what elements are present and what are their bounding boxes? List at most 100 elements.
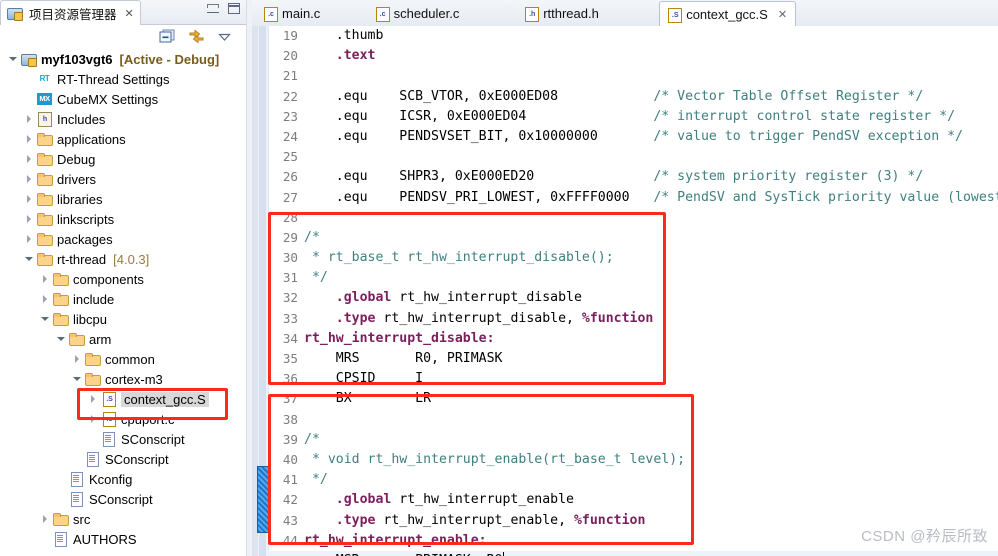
line-number: 38	[268, 410, 298, 430]
tree-item-cpuport-c[interactable]: .ccpuport.c	[0, 409, 246, 429]
project-explorer-toolbar	[0, 25, 246, 48]
tree-item-cubemx-settings[interactable]: MXCubeMX Settings	[0, 89, 246, 109]
code-line[interactable]: 19 .thumb	[268, 26, 998, 46]
chevron-down-icon[interactable]	[72, 374, 83, 385]
link-with-editor-icon[interactable]	[188, 29, 205, 44]
chevron-down-icon[interactable]	[8, 54, 19, 65]
code-line[interactable]: 42 .global rt_hw_interrupt_enable	[268, 490, 998, 510]
folder-icon	[36, 171, 53, 187]
tree-item-authors[interactable]: AUTHORS	[0, 529, 246, 549]
code-line[interactable]: 39/*	[268, 430, 998, 450]
tree-item-label: SConscript	[89, 492, 153, 507]
chevron-right-icon[interactable]	[40, 294, 51, 305]
minimize-icon[interactable]	[207, 4, 219, 13]
tree-item-includes[interactable]: hIncludes	[0, 109, 246, 129]
tree-item-arm[interactable]: arm	[0, 329, 246, 349]
tree-item-kconfig[interactable]: Kconfig	[0, 469, 246, 489]
code-line[interactable]: 24 .equ PENDSVSET_BIT, 0x10000000 /* val…	[268, 127, 998, 147]
tree-item-rt-thread-settings[interactable]: RTRT-Thread Settings	[0, 69, 246, 89]
chevron-right-icon[interactable]	[72, 354, 83, 365]
tree-item-myf103vgt6[interactable]: myf103vgt6[Active - Debug]	[0, 49, 246, 69]
code-line[interactable]: 37 BX LR	[268, 389, 998, 409]
chevron-right-icon[interactable]	[24, 114, 35, 125]
tree-item-sconscript[interactable]: SConscript	[0, 449, 246, 469]
code-line[interactable]: 30 * rt_base_t rt_hw_interrupt_disable()…	[268, 248, 998, 268]
code-line[interactable]: 20 .text	[268, 46, 998, 66]
chevron-right-icon[interactable]	[24, 194, 35, 205]
line-content: */	[304, 268, 328, 288]
code-line[interactable]: 22 .equ SCB_VTOR, 0xE000ED08 /* Vector T…	[268, 87, 998, 107]
tree-item-drivers[interactable]: drivers	[0, 169, 246, 189]
close-icon[interactable]: ✕	[778, 8, 787, 21]
code-line[interactable]: 26 .equ SHPR3, 0xE000ED20 /* system prio…	[268, 167, 998, 187]
tree-item-components[interactable]: components	[0, 269, 246, 289]
code-line[interactable]: 23 .equ ICSR, 0xE000ED04 /* interrupt co…	[268, 107, 998, 127]
code-line[interactable]: 35 MRS R0, PRIMASK	[268, 349, 998, 369]
code-line[interactable]: 38	[268, 410, 998, 430]
chevron-right-icon[interactable]	[40, 514, 51, 525]
tree-item-cortex-m3[interactable]: cortex-m3	[0, 369, 246, 389]
code-line[interactable]: 40 * void rt_hw_interrupt_enable(rt_base…	[268, 450, 998, 470]
code-text[interactable]: 19 .thumb20 .text2122 .equ SCB_VTOR, 0xE…	[268, 26, 998, 556]
editor-tab-scheduler-c[interactable]: .cscheduler.c	[368, 1, 468, 26]
line-number: 36	[268, 369, 298, 389]
code-viewport[interactable]: 19 .thumb20 .text2122 .equ SCB_VTOR, 0xE…	[252, 26, 998, 556]
tree-item-libraries[interactable]: libraries	[0, 189, 246, 209]
chevron-down-icon[interactable]	[56, 334, 67, 345]
code-line[interactable]: 21	[268, 66, 998, 86]
editor-tab-context-gcc-s[interactable]: .Scontext_gcc.S✕	[659, 1, 796, 28]
tree-item-sconscript[interactable]: SConscript	[0, 489, 246, 509]
tree-item-common[interactable]: common	[0, 349, 246, 369]
tree-item-linkscripts[interactable]: linkscripts	[0, 209, 246, 229]
chevron-down-icon[interactable]	[24, 254, 35, 265]
tree-item-rt-thread[interactable]: rt-thread[4.0.3]	[0, 249, 246, 269]
line-content: */	[304, 470, 328, 490]
tree-item-sconscript[interactable]: SConscript	[0, 429, 246, 449]
tree-item-context-gcc-s[interactable]: .Scontext_gcc.S	[0, 389, 246, 409]
editor-tabbar[interactable]: .cmain.c .cscheduler.c .hrtthread.h .Sconte…	[252, 0, 998, 27]
code-line[interactable]: 41 */	[268, 470, 998, 490]
code-line[interactable]: 45 MSR PRIMASK, R0	[268, 551, 998, 556]
chevron-right-icon[interactable]	[24, 134, 35, 145]
chevron-down-icon[interactable]	[40, 314, 51, 325]
maximize-icon[interactable]	[228, 3, 240, 14]
chevron-right-icon[interactable]	[40, 274, 51, 285]
project-tree[interactable]: myf103vgt6[Active - Debug]RTRT-Thread Se…	[0, 47, 246, 556]
tree-item-include[interactable]: include	[0, 289, 246, 309]
chevron-right-icon[interactable]	[24, 174, 35, 185]
folder-icon	[36, 131, 53, 147]
code-line[interactable]: 32 .global rt_hw_interrupt_disable	[268, 288, 998, 308]
code-line[interactable]: 36 CPSID I	[268, 369, 998, 389]
chevron-right-icon[interactable]	[88, 394, 99, 405]
code-line[interactable]: 33 .type rt_hw_interrupt_disable, %funct…	[268, 309, 998, 329]
line-content: * void rt_hw_interrupt_enable(rt_base_t …	[304, 450, 685, 470]
tree-item-libcpu[interactable]: libcpu	[0, 309, 246, 329]
chevron-right-icon[interactable]	[24, 154, 35, 165]
code-line[interactable]: 29/*	[268, 228, 998, 248]
line-number: 42	[268, 490, 298, 510]
code-line[interactable]: 28	[268, 208, 998, 228]
code-line[interactable]: 25	[268, 147, 998, 167]
editor-left-gutter	[252, 26, 269, 556]
chevron-right-icon[interactable]	[88, 414, 99, 425]
view-menu-icon[interactable]	[217, 29, 234, 44]
tree-item-packages[interactable]: packages	[0, 229, 246, 249]
tree-item-label: libraries	[57, 192, 103, 207]
tree-item-debug[interactable]: Debug	[0, 149, 246, 169]
close-icon[interactable]: ✕	[125, 7, 134, 20]
tree-item-applications[interactable]: applications	[0, 129, 246, 149]
chevron-right-icon[interactable]	[24, 214, 35, 225]
code-line[interactable]: 34rt_hw_interrupt_disable:	[268, 329, 998, 349]
tree-item-src[interactable]: src	[0, 509, 246, 529]
doc-icon	[68, 491, 85, 507]
tree-item-label: cortex-m3	[105, 372, 163, 387]
editor-tab-main-c[interactable]: .cmain.c	[256, 1, 328, 26]
collapse-all-icon[interactable]	[159, 29, 176, 44]
code-line[interactable]: 31 */	[268, 268, 998, 288]
tree-item-label: include	[73, 292, 114, 307]
line-number: 34	[268, 329, 298, 349]
project-explorer-tab[interactable]: 项目资源管理器 ✕	[0, 0, 141, 25]
code-line[interactable]: 27 .equ PENDSV_PRI_LOWEST, 0xFFFF0000 /*…	[268, 188, 998, 208]
chevron-right-icon[interactable]	[24, 234, 35, 245]
editor-tab-rtthread-h[interactable]: .hrtthread.h	[517, 1, 607, 26]
